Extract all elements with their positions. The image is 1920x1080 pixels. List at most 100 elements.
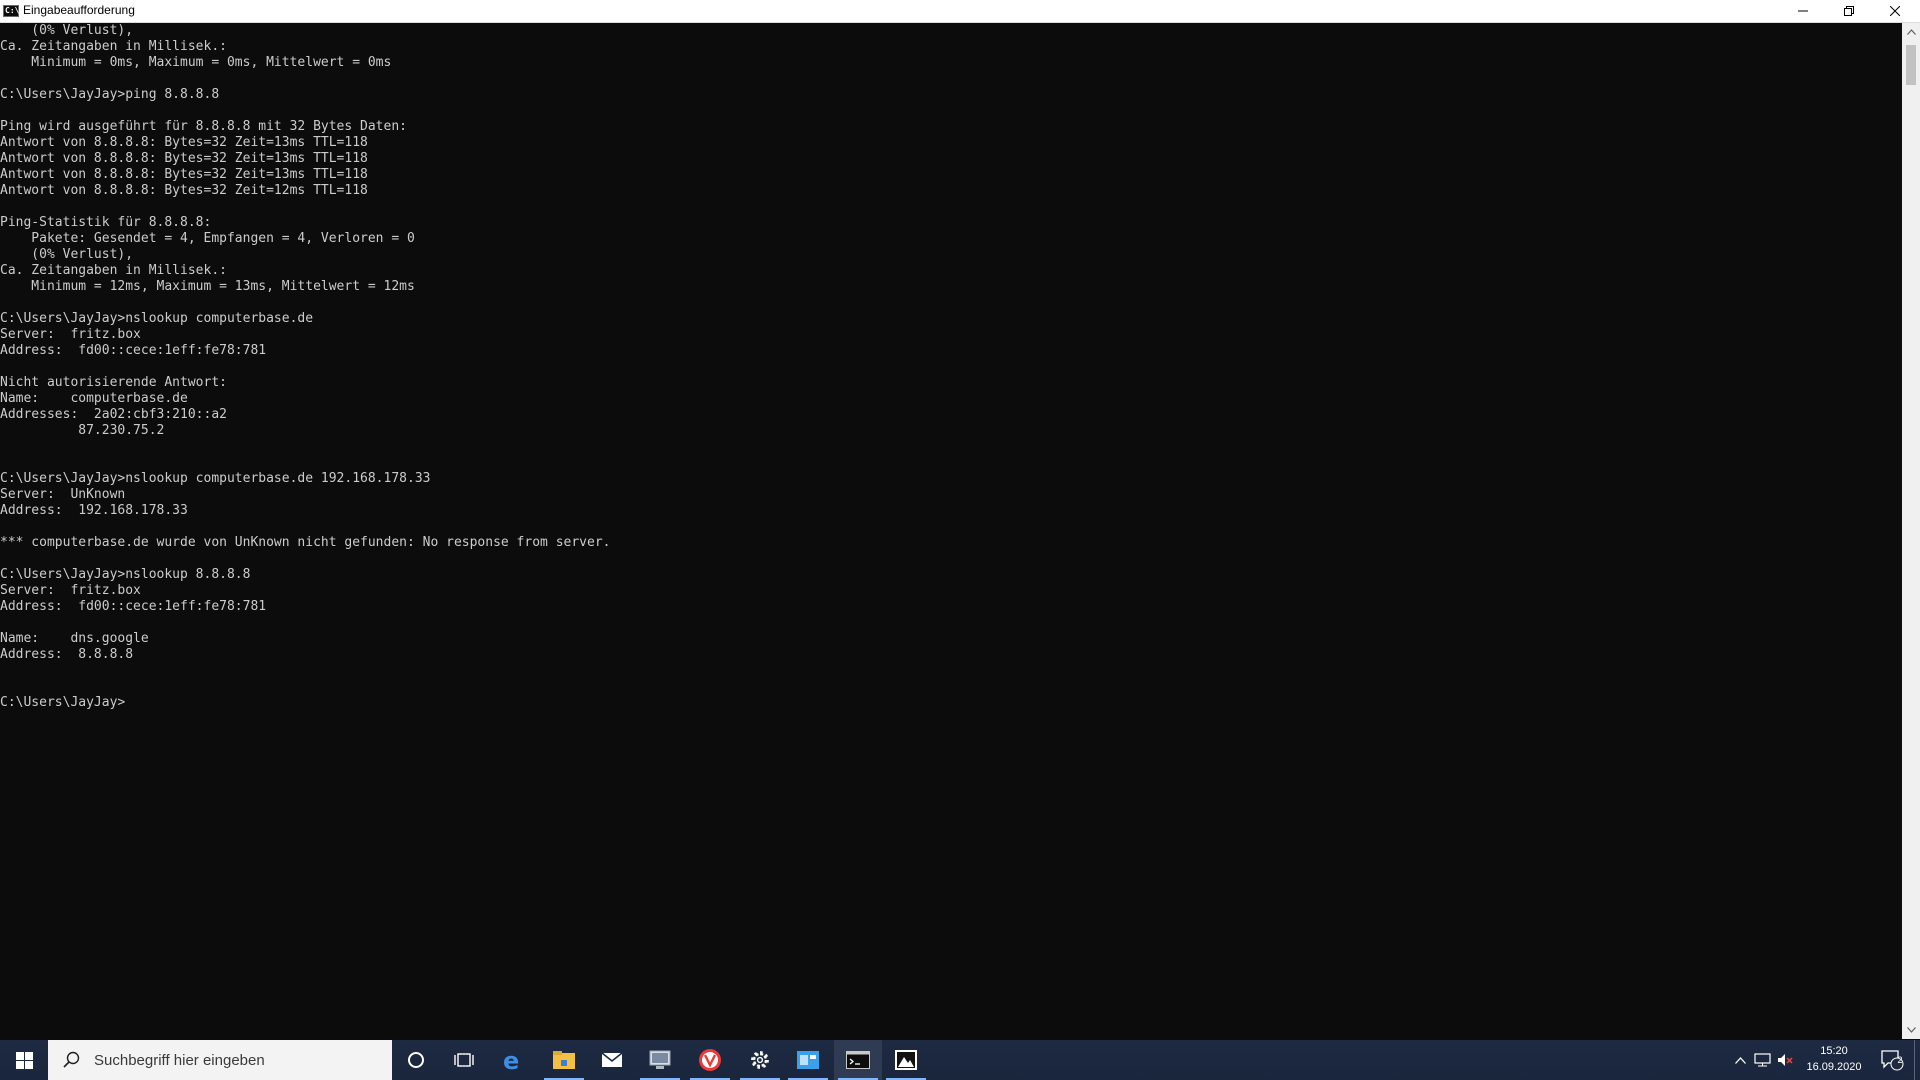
console-line: Address: 8.8.8.8 [0, 647, 134, 662]
photos-button[interactable] [882, 1040, 930, 1080]
minimize-icon [1798, 10, 1808, 12]
console-line: Ping-Statistik für 8.8.8.8: [0, 215, 212, 230]
action-center-button[interactable]: 2 [1872, 1040, 1912, 1080]
chevron-up-icon [1906, 29, 1916, 35]
title-bar[interactable]: C:\ Eingabeaufforderung [0, 0, 1920, 23]
cortana-icon [408, 1052, 424, 1068]
console-line: Antwort von 8.8.8.8: Bytes=32 Zeit=13ms … [0, 167, 368, 182]
task-view-button[interactable] [440, 1040, 488, 1080]
console-line: Antwort von 8.8.8.8: Bytes=32 Zeit=12ms … [0, 183, 368, 198]
console-line: Minimum = 0ms, Maximum = 0ms, Mittelwert… [0, 55, 392, 70]
console-line: C:\Users\JayJay>nslookup computerbase.de [0, 311, 314, 326]
console-line: Ca. Zeitangaben in Millisek.: [0, 263, 227, 278]
file-explorer-button[interactable] [540, 1040, 588, 1080]
console-line: Minimum = 12ms, Maximum = 13ms, Mittelwe… [0, 279, 415, 294]
console-text[interactable]: (0% Verlust), Ca. Zeitangaben in Millisek… [0, 23, 1902, 711]
notification-count-badge: 2 [1897, 1055, 1903, 1065]
console-line: (0% Verlust), [0, 23, 134, 38]
taskbar-clock[interactable]: 15:20 16.09.2020 [1796, 1043, 1872, 1075]
show-desktop-button[interactable] [1914, 1040, 1920, 1080]
console-line: Pakete: Gesendet = 4, Empfangen = 4, Ver… [0, 231, 415, 246]
console-line: Addresses: 2a02:cbf3:210::a2 [0, 407, 227, 422]
vivaldi-button[interactable] [686, 1040, 734, 1080]
console-line: C:\Users\JayJay>nslookup 8.8.8.8 [0, 567, 251, 582]
console-line: Address: fd00::cece:1eff:fe78:781 [0, 343, 267, 358]
close-icon [1890, 6, 1900, 16]
console-line: Server: UnKnown [0, 487, 126, 502]
vertical-scrollbar[interactable] [1902, 23, 1920, 1039]
restore-icon [1844, 6, 1854, 16]
photos-icon [895, 1050, 917, 1070]
show-hidden-icons-button[interactable] [1730, 1040, 1750, 1080]
edge-icon: e [503, 1048, 519, 1072]
taskbar: e 15:20 16.09. [0, 1040, 1920, 1080]
control-panel-button[interactable] [784, 1040, 832, 1080]
minimize-button[interactable] [1780, 0, 1826, 22]
console-line: Antwort von 8.8.8.8: Bytes=32 Zeit=13ms … [0, 151, 368, 166]
console-line: C:\Users\JayJay>nslookup computerbase.de… [0, 471, 431, 486]
scroll-up-button[interactable] [1902, 23, 1920, 41]
console-line: C:\Users\JayJay> [0, 695, 126, 710]
chevron-down-icon [1906, 1027, 1916, 1033]
mail-button[interactable] [588, 1040, 636, 1080]
file-explorer-icon [553, 1051, 575, 1069]
volume-muted-icon [1778, 1054, 1793, 1066]
command-prompt-app-icon[interactable]: C:\ [3, 5, 19, 17]
console-line: Address: 192.168.178.33 [0, 503, 188, 518]
close-button[interactable] [1872, 0, 1918, 22]
vivaldi-icon [699, 1049, 721, 1071]
clock-time: 15:20 [1820, 1045, 1848, 1057]
network-app-button[interactable] [636, 1040, 684, 1080]
scroll-down-button[interactable] [1902, 1021, 1920, 1039]
console-line: C:\Users\JayJay>ping 8.8.8.8 [0, 87, 220, 102]
windows-logo-icon [15, 1051, 33, 1069]
console-line: 87.230.75.2 [0, 423, 165, 438]
console-line: *** computerbase.de wurde von UnKnown ni… [0, 535, 611, 550]
chevron-up-icon [1734, 1056, 1746, 1064]
control-panel-icon [797, 1051, 819, 1069]
console-line: Name: computerbase.de [0, 391, 188, 406]
console-line: Ping wird ausgeführt für 8.8.8.8 mit 32 … [0, 119, 407, 134]
search-input[interactable] [92, 1050, 372, 1070]
clock-date: 16.09.2020 [1806, 1061, 1862, 1073]
system-tray [1730, 1040, 1796, 1080]
console-line: Server: fritz.box [0, 583, 141, 598]
network-tray-button[interactable] [1750, 1040, 1774, 1080]
console-line: Ca. Zeitangaben in Millisek.: [0, 39, 227, 54]
cortana-button[interactable] [392, 1040, 440, 1080]
taskbar-search-box[interactable] [48, 1040, 392, 1080]
restore-button[interactable] [1826, 0, 1872, 22]
start-button[interactable] [0, 1040, 48, 1080]
network-wired-icon [1753, 1053, 1771, 1067]
console-line: Address: fd00::cece:1eff:fe78:781 [0, 599, 267, 614]
console-output[interactable]: (0% Verlust), Ca. Zeitangaben in Millisek… [0, 23, 1902, 1039]
task-view-icon [454, 1053, 474, 1067]
console-line: Nicht autorisierende Antwort: [0, 375, 227, 390]
edge-button[interactable]: e [488, 1040, 536, 1080]
svg-text:e: e [503, 1048, 519, 1072]
network-app-icon [649, 1050, 671, 1069]
command-prompt-icon [846, 1051, 870, 1069]
search-icon [63, 1051, 80, 1068]
command-prompt-button[interactable] [834, 1040, 882, 1080]
console-line: Server: fritz.box [0, 327, 141, 342]
scroll-thumb[interactable] [1906, 45, 1916, 85]
settings-icon [751, 1051, 769, 1069]
console-line: Name: dns.google [0, 631, 149, 646]
console-line: Antwort von 8.8.8.8: Bytes=32 Zeit=13ms … [0, 135, 368, 150]
volume-tray-button[interactable] [1774, 1040, 1796, 1080]
console-line: (0% Verlust), [0, 247, 134, 262]
settings-button[interactable] [736, 1040, 784, 1080]
